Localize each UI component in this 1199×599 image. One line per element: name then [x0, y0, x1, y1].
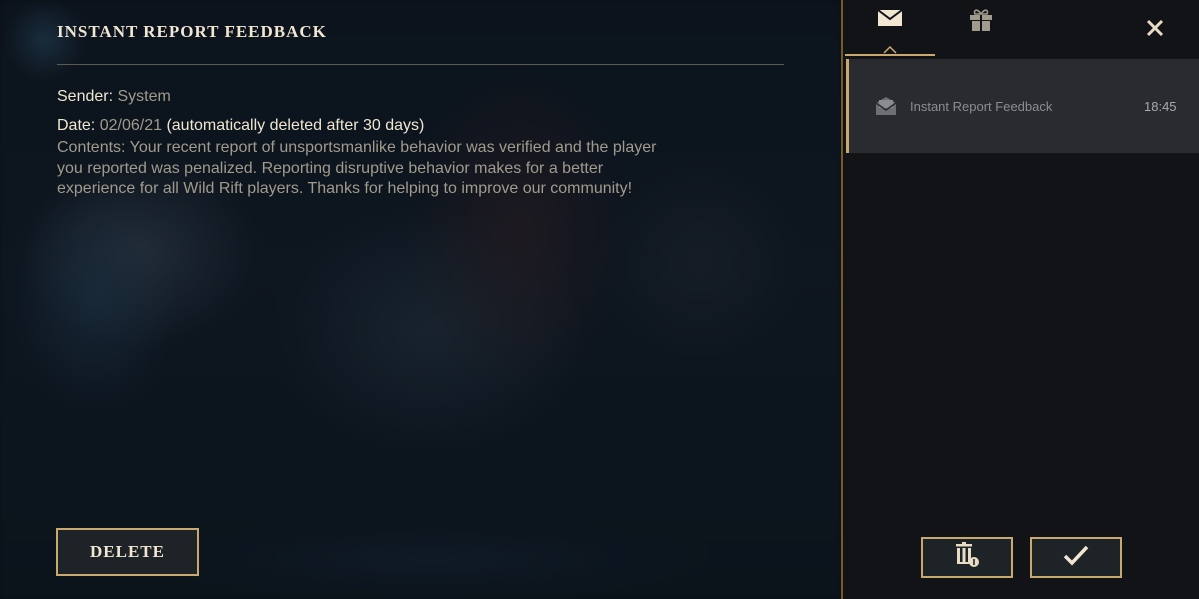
close-icon	[1146, 19, 1164, 37]
mail-list-item[interactable]: Instant Report Feedback 18:45	[846, 59, 1199, 153]
sender-value: System	[117, 88, 171, 105]
title-divider	[57, 64, 784, 65]
tab-mail[interactable]	[845, 8, 935, 56]
message-title: INSTANT REPORT FEEDBACK	[57, 22, 327, 41]
date-line: Date: 02/06/21 (automatically deleted af…	[57, 117, 424, 135]
delete-button[interactable]: DELETE	[56, 528, 199, 576]
date-note: (automatically deleted after 30 days)	[166, 117, 425, 134]
envelope-open-icon	[875, 96, 897, 116]
sender-label: Sender:	[57, 88, 114, 105]
mail-item-subject: Instant Report Feedback	[910, 99, 1053, 114]
close-button[interactable]	[1143, 16, 1167, 40]
sender-line: Sender: System	[57, 88, 171, 106]
mail-item-time: 18:45	[1144, 99, 1177, 114]
date-label: Date:	[57, 117, 96, 134]
message-contents: Contents: Your recent report of unsports…	[57, 139, 657, 197]
confirm-button[interactable]	[1030, 537, 1122, 578]
active-tab-caret-icon	[883, 46, 897, 54]
delete-read-button[interactable]	[921, 537, 1013, 578]
tab-gifts[interactable]	[936, 8, 1026, 56]
trash-icon	[953, 542, 981, 573]
mail-tabs	[843, 0, 1199, 58]
checkmark-icon	[1063, 544, 1089, 571]
message-detail: INSTANT REPORT FEEDBACK Sender: System D…	[0, 0, 841, 599]
gift-icon	[968, 8, 994, 56]
date-value: 02/06/21	[99, 117, 162, 134]
mail-panel: Instant Report Feedback 18:45	[841, 0, 1199, 599]
active-tab-underline	[845, 54, 935, 56]
